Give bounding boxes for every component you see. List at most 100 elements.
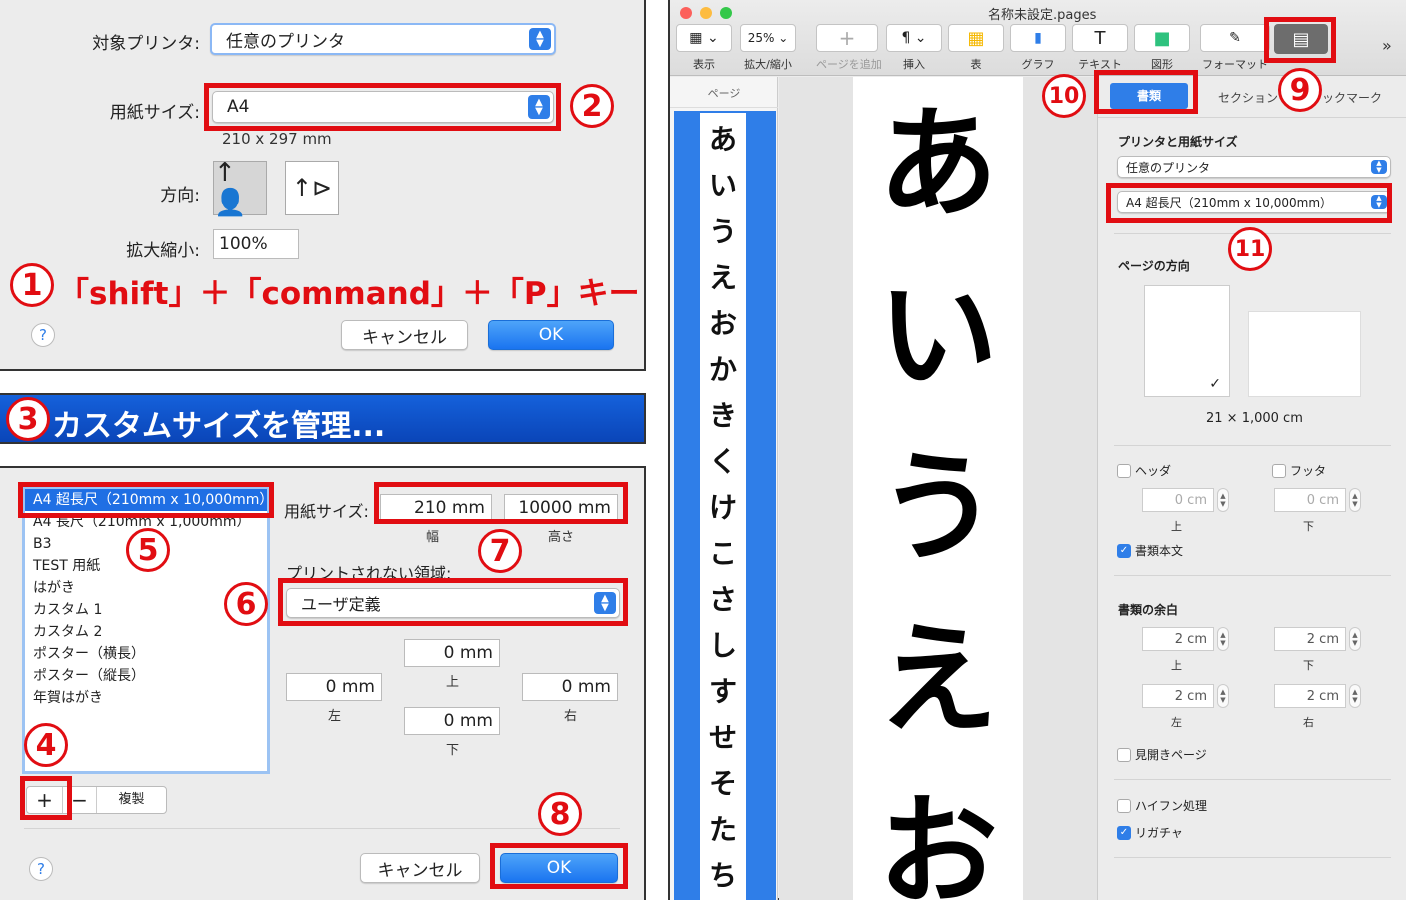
inspector-printer-select[interactable]: 任意のプリンタ ▲ ▼ [1117, 156, 1391, 178]
paragraph-icon: ¶ ⌄ [886, 24, 942, 52]
thumbnail-char: か [708, 353, 737, 386]
landscape-button[interactable]: ↑⊳ [285, 161, 339, 215]
thumbnail-char: あ [708, 123, 737, 156]
margin-right-label: 右 [564, 709, 578, 724]
section-divider [1114, 779, 1391, 780]
ligature-label: リガチャ [1135, 826, 1183, 840]
chevron-updown-icon: ▲ ▼ [594, 592, 616, 614]
stepper-icon[interactable]: ▲ ▼ [1349, 684, 1361, 708]
scale-label: 拡大縮小: [126, 241, 200, 261]
toolbar-format[interactable]: ✎ フォーマット [1200, 24, 1270, 72]
stepper-icon[interactable]: ▲ ▼ [1349, 488, 1361, 512]
sidebar-title: ページ [707, 87, 741, 100]
custom-cancel-button[interactable]: キャンセル [360, 853, 480, 883]
margin-right-input[interactable]: 2 cm [1274, 684, 1346, 708]
remove-button[interactable]: − [63, 787, 97, 813]
custom-ok-button[interactable]: OK [500, 853, 618, 883]
list-item[interactable]: A4 超長尺（210mm x 10,000mm） [25, 489, 267, 511]
margin-bottom-input[interactable]: 2 cm [1274, 627, 1346, 651]
landscape-option[interactable] [1248, 311, 1361, 397]
printer-select[interactable]: 任意のプリンタ ▲ ▼ [210, 23, 556, 55]
list-item[interactable]: ポスター（横長） [25, 643, 267, 665]
margin-left-input[interactable]: 2 cm [1142, 684, 1214, 708]
height-input[interactable]: 10000 mm [504, 494, 618, 522]
duplicate-button[interactable]: 複製 [97, 787, 166, 813]
toolbar-more-icon[interactable]: » [1382, 36, 1392, 55]
stepper-icon[interactable]: ▲ ▼ [1217, 488, 1229, 512]
margin-top-input[interactable]: 0 mm [404, 639, 500, 667]
toolbar-label: グラフ [1021, 58, 1055, 71]
paper-select[interactable]: A4 ▲ ▼ [212, 91, 554, 123]
page-thumbnail[interactable]: あいうえおかきくけこさしすせそたち [674, 111, 776, 900]
toolbar-zoom[interactable]: 25% ⌄ 拡大/縮小 [740, 24, 796, 72]
portrait-option[interactable]: ✓ [1144, 285, 1230, 397]
document-icon: ▤ [1292, 28, 1310, 50]
page-char: あ [878, 95, 998, 234]
inspector-paper-select[interactable]: A4 超長尺（210mm x 10,000mm） ▲ ▼ [1117, 191, 1391, 213]
printer-select-value: 任意のプリンタ [226, 31, 345, 52]
list-item[interactable]: ポスター（縦長） [25, 665, 267, 687]
toolbar-add-page[interactable]: + ページを追加 [816, 24, 882, 72]
custom-size-dialog: A4 超長尺（210mm x 10,000mm） A4 長尺（210mm x 1… [0, 466, 646, 900]
manage-custom-sizes-menu-item[interactable]: カスタムサイズを管理... [0, 393, 646, 444]
minimize-window-icon[interactable] [700, 7, 712, 19]
hyphenation-checkbox[interactable]: ハイフン処理 [1117, 797, 1207, 814]
nonprint-select-value: ユーザ定義 [301, 595, 381, 614]
document-page[interactable]: あいうえお [853, 77, 1023, 900]
tab-section[interactable]: セクション [1218, 89, 1278, 106]
body-checkbox[interactable]: ✓ 書類本文 [1117, 542, 1183, 559]
list-item[interactable]: 年賀はがき [25, 687, 267, 709]
margin-left-input[interactable]: 0 mm [286, 673, 382, 701]
window-title: 名称未設定.pages [988, 8, 1097, 23]
facing-label: 見開きページ [1135, 748, 1207, 762]
toolbar-insert[interactable]: ¶ ⌄ 挿入 [886, 24, 942, 72]
toolbar-label: ページを追加 [816, 58, 882, 71]
paper-dims: 210 x 297 mm [222, 130, 332, 148]
view-icon: ▦ ⌄ [676, 24, 732, 52]
header-input[interactable]: 0 cm [1142, 488, 1214, 512]
thumbnail-char: お [708, 307, 737, 340]
facing-pages-checkbox[interactable]: 見開きページ [1117, 746, 1207, 763]
nonprint-select[interactable]: ユーザ定義 ▲ ▼ [286, 588, 620, 618]
footer-checkbox[interactable]: フッタ [1272, 462, 1326, 479]
margin-right-input[interactable]: 0 mm [522, 673, 618, 701]
toolbar-shape[interactable]: ■ 図形 [1134, 24, 1190, 72]
cancel-button[interactable]: キャンセル [341, 320, 468, 350]
body-label: 書類本文 [1135, 544, 1184, 558]
scale-input[interactable]: 100% [213, 229, 299, 259]
toolbar-text[interactable]: T テキスト [1072, 24, 1128, 72]
add-button[interactable]: + [27, 787, 63, 813]
footer-input[interactable]: 0 cm [1274, 488, 1346, 512]
portrait-button[interactable]: ↑👤 [213, 158, 267, 218]
help-button[interactable]: ? [31, 323, 55, 347]
close-window-icon[interactable] [680, 7, 692, 19]
stepper-icon[interactable]: ▲ ▼ [1217, 627, 1229, 651]
margin-bottom-input[interactable]: 0 mm [404, 707, 500, 735]
toolbar-label: 拡大/縮小 [744, 58, 792, 71]
width-input[interactable]: 210 mm [380, 494, 492, 522]
pages-window: 名称未設定.pages ▦ ⌄ 表示 25% ⌄ 拡大/縮小 + ページを追加 ¶ ⌄… [668, 0, 1406, 900]
toolbar-chart[interactable]: ▮ グラフ [1010, 24, 1066, 72]
ok-button[interactable]: OK [488, 320, 614, 350]
document-canvas: あいうえお [779, 77, 1097, 900]
shortcut-text: 「shift」＋「command」＋「P」キー [58, 276, 640, 312]
tab-document[interactable]: 書類 [1110, 83, 1188, 109]
margin-left-label: 左 [328, 709, 342, 724]
margin-top-label: 上 [446, 675, 460, 690]
document-inspector-button[interactable]: ▤ [1274, 24, 1328, 54]
list-item[interactable]: カスタム 2 [25, 621, 267, 643]
header-checkbox[interactable]: ヘッダ [1117, 462, 1171, 479]
ligature-checkbox[interactable]: ✓ リガチャ [1117, 824, 1183, 841]
width-label: 幅 [426, 530, 440, 545]
stepper-icon[interactable]: ▲ ▼ [1349, 627, 1361, 651]
zoom-window-icon[interactable] [720, 7, 732, 19]
stepper-icon[interactable]: ▲ ▼ [1217, 684, 1229, 708]
table-icon: ▦ [948, 24, 1004, 52]
toolbar-table[interactable]: ▦ 表 [948, 24, 1004, 72]
thumbnail-char: そ [708, 767, 737, 800]
margin-top-input[interactable]: 2 cm [1142, 627, 1214, 651]
help-button[interactable]: ? [29, 857, 53, 881]
toolbar-view[interactable]: ▦ ⌄ 表示 [676, 24, 732, 72]
window-toolbar: 名称未設定.pages ▦ ⌄ 表示 25% ⌄ 拡大/縮小 + ページを追加 ¶ ⌄… [670, 0, 1406, 76]
chart-icon: ▮ [1010, 24, 1066, 52]
